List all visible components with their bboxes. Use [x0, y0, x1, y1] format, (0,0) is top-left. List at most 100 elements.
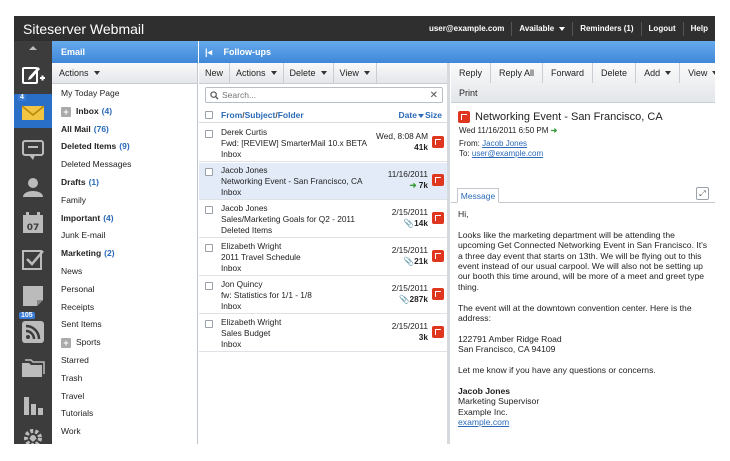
collapse-down-icon[interactable]	[29, 437, 37, 443]
folder-item[interactable]: Family	[52, 192, 197, 210]
message-folder: Inbox	[221, 301, 242, 311]
forward-button[interactable]: Forward	[543, 63, 594, 83]
folder-item[interactable]: Junk E-mail	[52, 227, 197, 245]
folder-item[interactable]: Marketing (2)	[52, 245, 197, 263]
row-checkbox[interactable]	[205, 244, 213, 252]
list-delete-button[interactable]: Delete	[284, 63, 334, 83]
contacts-icon[interactable]	[21, 175, 45, 199]
folder-item[interactable]: Receipts	[52, 299, 197, 317]
clear-search-icon[interactable]: ✕	[430, 90, 438, 101]
select-all-checkbox[interactable]	[205, 110, 213, 119]
follow-up-flag-icon[interactable]	[432, 174, 444, 186]
folder-item[interactable]: Starred	[52, 352, 197, 370]
signature-title: Marketing Supervisor	[458, 396, 540, 407]
help-link[interactable]: Help	[682, 21, 715, 36]
reply-all-button[interactable]: Reply All	[491, 63, 544, 83]
delete-button[interactable]: Delete	[593, 63, 637, 83]
folder-item[interactable]: My Today Page	[52, 85, 197, 103]
reports-icon[interactable]	[21, 393, 45, 417]
message-row[interactable]: Jon Quincy fw: Statistics for 1/1 - 1/8 In…	[199, 277, 449, 314]
expand-plus-icon[interactable]: +	[61, 338, 71, 349]
compose-icon[interactable]	[21, 63, 45, 87]
files-icon[interactable]	[21, 357, 45, 381]
row-checkbox[interactable]	[205, 130, 213, 138]
tab-message[interactable]: Message	[457, 188, 499, 203]
folder-item[interactable]: + Sports	[52, 334, 197, 352]
message-row[interactable]: Elizabeth Wright Sales Budget Inbox 2/15/20…	[199, 315, 449, 352]
follow-up-flag-icon[interactable]	[458, 111, 470, 123]
follow-up-flag-icon[interactable]	[432, 212, 444, 224]
list-scrollbar[interactable]	[447, 63, 450, 444]
message-from: Jacob Jones	[221, 203, 268, 213]
folder-label: Travel	[61, 390, 85, 401]
search-input[interactable]	[222, 90, 430, 100]
message-size-cell: 3k	[419, 332, 428, 342]
row-checkbox[interactable]	[205, 282, 213, 290]
chevron-down-icon	[665, 71, 672, 75]
to-link[interactable]: user@example.com	[472, 149, 543, 158]
folder-actions-button[interactable]: Actions	[52, 63, 106, 83]
from-link[interactable]: Jacob Jones	[482, 139, 527, 148]
collapse-up-icon[interactable]	[29, 45, 37, 51]
row-checkbox[interactable]	[205, 320, 213, 328]
app-rail: 4 07 105	[14, 41, 52, 444]
expand-icon[interactable]: ⤢	[696, 187, 709, 200]
folder-item[interactable]: Deleted Items (9)	[52, 138, 197, 156]
logout-link[interactable]: Logout	[640, 21, 683, 36]
mail-icon[interactable]	[21, 100, 45, 124]
new-button[interactable]: New	[199, 63, 231, 83]
folder-item[interactable]: Personal	[52, 281, 197, 299]
message-row[interactable]: Derek Curtis Fwd: [REVIEW] SmarterMail 10…	[199, 125, 449, 162]
folder-item[interactable]: Important (4)	[52, 210, 197, 228]
status-dropdown[interactable]: Available	[511, 21, 572, 36]
folder-item[interactable]: Work	[52, 423, 197, 441]
follow-up-flag-icon[interactable]	[432, 288, 444, 300]
list-view-button[interactable]: View	[334, 63, 377, 83]
folder-item[interactable]: Tutorials	[52, 405, 197, 423]
print-button[interactable]: Print	[459, 88, 478, 98]
message-row[interactable]: Elizabeth Wright 2011 Travel Schedule Inbo…	[199, 239, 449, 276]
follow-up-flag-icon[interactable]	[432, 250, 444, 262]
attachment-icon: 📎	[403, 218, 415, 228]
subject-text: Networking Event - San Francisco, CA	[475, 111, 663, 123]
notes-icon[interactable]	[21, 284, 45, 308]
expand-plus-icon[interactable]: +	[61, 106, 71, 117]
list-actions-button[interactable]: Actions	[230, 63, 284, 83]
view-button[interactable]: View	[680, 63, 715, 83]
sort-folder[interactable]: Folder	[278, 110, 304, 120]
message-date: Wed, 8:08 AM	[376, 131, 428, 141]
sort-size[interactable]: Size	[425, 110, 442, 120]
folder-item[interactable]: News	[52, 263, 197, 281]
folder-item[interactable]: All Mail (76)	[52, 121, 197, 139]
folder-item[interactable]: Trash	[52, 370, 197, 388]
sort-date[interactable]: Date	[399, 110, 417, 120]
tasks-icon[interactable]	[21, 248, 45, 272]
row-checkbox[interactable]	[205, 206, 213, 214]
reply-button[interactable]: Reply	[451, 63, 492, 83]
folder-label: Sent Items	[61, 319, 102, 330]
date-text: Wed 11/16/2011 6:50 PM	[459, 126, 549, 135]
user-account-link[interactable]: user@example.com	[422, 22, 511, 36]
add-button[interactable]: Add	[636, 63, 681, 83]
rss-icon[interactable]	[21, 320, 45, 344]
folder-item[interactable]: Sent Items	[52, 316, 197, 334]
follow-up-flag-icon[interactable]	[432, 326, 444, 338]
row-checkbox[interactable]	[205, 168, 213, 176]
reminders-link[interactable]: Reminders (1)	[572, 21, 640, 36]
message-row[interactable]: Jacob Jones Sales/Marketing Goals for Q2 …	[199, 201, 449, 238]
sort-from[interactable]: From	[221, 110, 242, 120]
folder-item[interactable]: Travel	[52, 388, 197, 406]
sort-subject[interactable]: Subject	[245, 110, 276, 120]
calendar-icon[interactable]: 07	[21, 211, 45, 235]
message-size: 287k	[409, 294, 428, 304]
folder-item[interactable]: + Inbox (4)	[52, 103, 197, 121]
follow-up-flag-icon[interactable]	[432, 136, 444, 148]
message-row[interactable]: Jacob Jones Networking Event - San Franci…	[199, 163, 449, 200]
folder-item[interactable]: Drafts (1)	[52, 174, 197, 192]
folder-item[interactable]: Deleted Messages	[52, 156, 197, 174]
collapse-panel-icon[interactable]: |◂	[205, 41, 215, 63]
chat-icon[interactable]	[21, 138, 45, 162]
signature-link[interactable]: example.com	[458, 417, 712, 427]
address-line: San Francisco, CA 94109	[458, 344, 556, 355]
folder-label: Inbox	[76, 105, 99, 116]
